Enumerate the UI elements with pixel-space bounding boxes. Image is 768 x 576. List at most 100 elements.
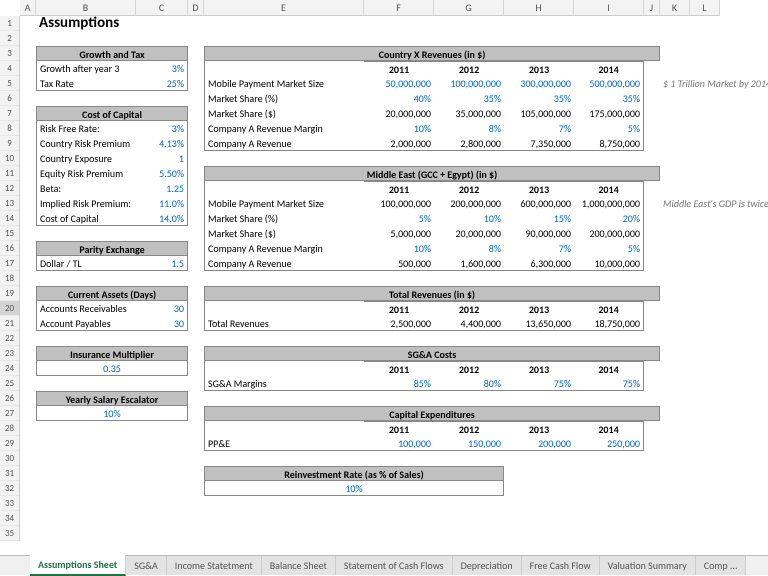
data-cell[interactable]: 500,000,000: [574, 76, 644, 91]
data-cell[interactable]: 200,000,000: [574, 226, 644, 241]
label[interactable]: Implied Risk Premium:: [36, 196, 136, 211]
data-cell[interactable]: 5%: [364, 211, 434, 226]
data-cell[interactable]: 7%: [504, 121, 574, 136]
data-cell[interactable]: 1,600,000: [434, 256, 504, 271]
row-4[interactable]: 4: [0, 61, 19, 76]
row-31[interactable]: 31: [0, 466, 19, 481]
label[interactable]: Risk Free Rate:: [36, 121, 136, 136]
col-K[interactable]: K: [660, 0, 690, 15]
label[interactable]: Dollar / TL: [36, 256, 136, 271]
section-header[interactable]: Cost of Capital: [36, 106, 188, 121]
label[interactable]: Country Risk Premium: [36, 136, 136, 151]
value[interactable]: 11.0%: [136, 196, 188, 211]
data-cell[interactable]: 175,000,000: [574, 106, 644, 121]
label[interactable]: Tax Rate: [36, 76, 136, 91]
label[interactable]: Cost of Capital: [36, 211, 136, 226]
value[interactable]: 10%: [36, 406, 188, 421]
year-header[interactable]: 2012: [434, 361, 504, 376]
row-16[interactable]: 16: [0, 241, 19, 256]
value[interactable]: 1.5: [136, 256, 188, 271]
year-header[interactable]: 2013: [504, 361, 574, 376]
data-cell[interactable]: 10%: [364, 241, 434, 256]
row-17[interactable]: 17: [0, 256, 19, 271]
data-cell[interactable]: 40%: [364, 91, 434, 106]
row-22[interactable]: 22: [0, 331, 19, 346]
data-cell[interactable]: 5%: [574, 121, 644, 136]
year-header[interactable]: 2014: [574, 301, 644, 316]
year-header[interactable]: 2012: [434, 181, 504, 196]
row-12[interactable]: 12: [0, 181, 19, 196]
row-28[interactable]: 28: [0, 421, 19, 436]
data-cell[interactable]: 50,000,000: [364, 76, 434, 91]
row-label[interactable]: Market Share (%): [204, 211, 364, 226]
col-L[interactable]: L: [690, 0, 720, 15]
row-5[interactable]: 5: [0, 76, 19, 91]
data-cell[interactable]: 80%: [434, 376, 504, 391]
label[interactable]: Growth after year 3: [36, 61, 136, 76]
value[interactable]: 5.50%: [136, 166, 188, 181]
row-label[interactable]: Company A Revenue Margin: [204, 241, 364, 256]
year-header[interactable]: 2011: [364, 61, 434, 76]
sheet-tab[interactable]: Free Cash Flow: [522, 556, 600, 575]
section-header[interactable]: Parity Exchange: [36, 241, 188, 256]
page-title[interactable]: Assumptions: [36, 16, 364, 31]
row-14[interactable]: 14: [0, 211, 19, 226]
row-8[interactable]: 8: [0, 121, 19, 136]
data-cell[interactable]: 300,000,000: [504, 76, 574, 91]
year-header[interactable]: 2011: [364, 361, 434, 376]
data-cell[interactable]: 100,000,000: [364, 196, 434, 211]
data-cell[interactable]: 1,000,000,000: [574, 196, 644, 211]
row-label[interactable]: SG&A Margins: [204, 376, 364, 391]
row-label[interactable]: Company A Revenue Margin: [204, 121, 364, 136]
value[interactable]: 30: [136, 301, 188, 316]
row-32[interactable]: 32: [0, 481, 19, 496]
row-30[interactable]: 30: [0, 451, 19, 466]
row-10[interactable]: 10: [0, 151, 19, 166]
data-cell[interactable]: 35%: [574, 91, 644, 106]
row-label[interactable]: Company A Revenue: [204, 256, 364, 271]
row-9[interactable]: 9: [0, 136, 19, 151]
year-header[interactable]: 2012: [434, 301, 504, 316]
col-E[interactable]: E: [204, 0, 364, 15]
row-1[interactable]: 1: [0, 16, 19, 31]
row-label[interactable]: Market Share ($): [204, 106, 364, 121]
data-cell[interactable]: 75%: [574, 376, 644, 391]
value[interactable]: 25%: [136, 76, 188, 91]
year-header[interactable]: 2011: [364, 181, 434, 196]
row-label[interactable]: Market Share ($): [204, 226, 364, 241]
section-header[interactable]: Capital Expenditures: [204, 406, 660, 421]
data-cell[interactable]: 8%: [434, 241, 504, 256]
section-header[interactable]: Country X Revenues (in $): [204, 46, 660, 61]
data-cell[interactable]: 15%: [504, 211, 574, 226]
data-cell[interactable]: 75%: [504, 376, 574, 391]
year-header[interactable]: 2013: [504, 181, 574, 196]
data-cell[interactable]: 150,000: [434, 436, 504, 451]
section-header[interactable]: Middle East (GCC + Egypt) (in $): [204, 166, 660, 181]
data-cell[interactable]: 2,000,000: [364, 136, 434, 151]
data-cell[interactable]: 7,350,000: [504, 136, 574, 151]
note[interactable]: Middle East's GDP is twice th: [660, 196, 768, 211]
row-20[interactable]: 20: [0, 301, 19, 316]
value[interactable]: 1: [136, 151, 188, 166]
year-header[interactable]: 2012: [434, 421, 504, 436]
row-3[interactable]: 3: [0, 46, 19, 61]
row-26[interactable]: 26: [0, 391, 19, 406]
year-header[interactable]: 2014: [574, 421, 644, 436]
data-cell[interactable]: 100,000,000: [434, 76, 504, 91]
data-cell[interactable]: 20,000,000: [434, 226, 504, 241]
sheet-tab[interactable]: Income Statetment: [167, 556, 262, 575]
value[interactable]: 14.0%: [136, 211, 188, 226]
value[interactable]: 3%: [136, 121, 188, 136]
row-label[interactable]: Company A Revenue: [204, 136, 364, 151]
section-header[interactable]: Current Assets (Days): [36, 286, 188, 301]
row-label[interactable]: PP&E: [204, 436, 364, 451]
data-cell[interactable]: 5,000,000: [364, 226, 434, 241]
row-7[interactable]: 7: [0, 106, 19, 121]
year-header[interactable]: 2014: [574, 181, 644, 196]
data-cell[interactable]: 35,000,000: [434, 106, 504, 121]
section-header[interactable]: Reinvestment Rate (as % of Sales): [204, 466, 504, 481]
data-cell[interactable]: 8%: [434, 121, 504, 136]
year-header[interactable]: 2013: [504, 421, 574, 436]
row-19[interactable]: 19: [0, 286, 19, 301]
year-header[interactable]: 2014: [574, 61, 644, 76]
